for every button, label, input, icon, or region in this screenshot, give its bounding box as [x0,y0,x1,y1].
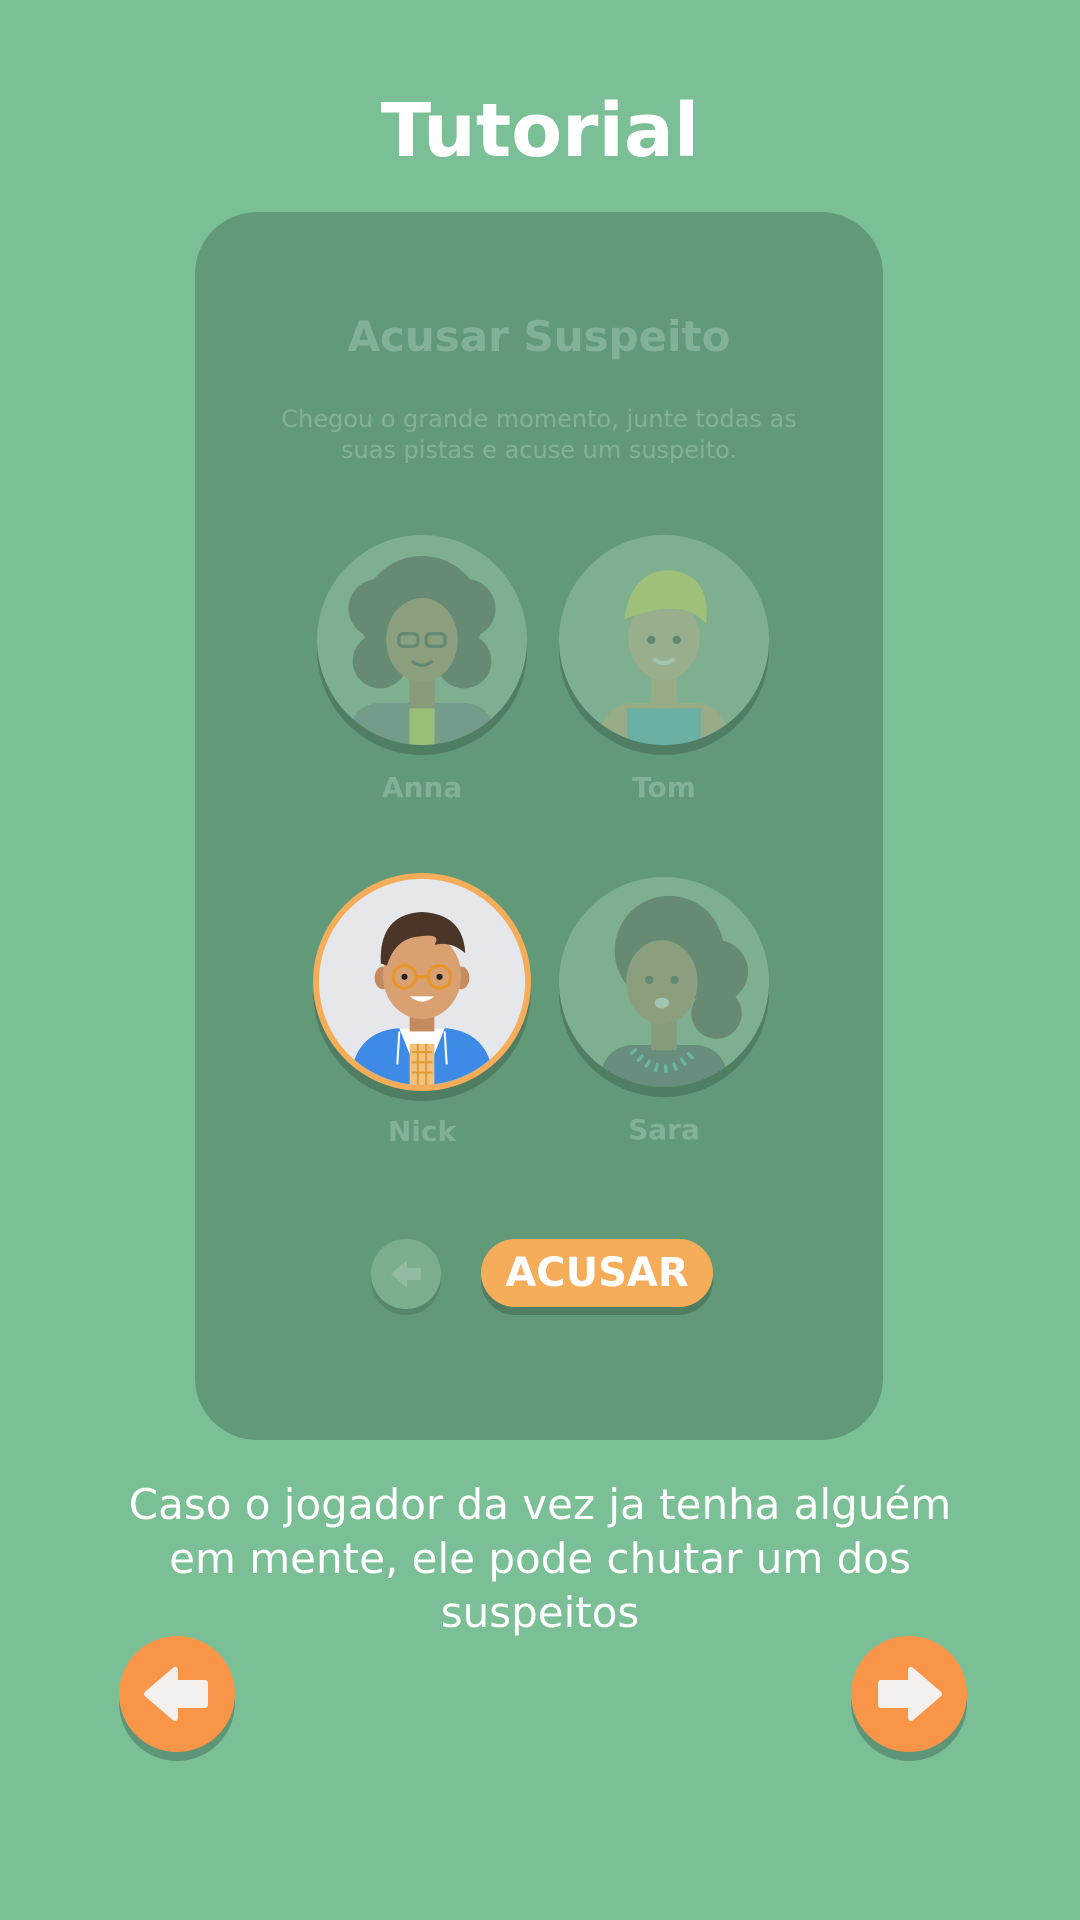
tom-avatar [559,535,769,745]
arrow-left-icon [391,1260,421,1288]
accuse-title: Acusar Suspeito [347,312,731,361]
tutorial-caption: Caso o jogador da vez ja tenha alguém em… [128,1480,952,1637]
sara-avatar [559,877,769,1087]
arrow-right-icon [878,1667,942,1721]
card-back-button[interactable] [371,1239,441,1309]
suspect-name: Sara [628,1113,700,1146]
page-title: Tutorial [380,88,700,174]
next-button[interactable] [851,1636,967,1752]
suspect-anna[interactable]: Anna [317,535,527,804]
suspect-name: Anna [381,771,463,804]
suspect-nick[interactable]: Nick [313,873,531,1148]
nick-avatar [313,873,531,1091]
suspect-name: Tom [632,771,696,804]
arrow-left-icon [144,1667,208,1721]
accuse-button[interactable]: ACUSAR [481,1239,713,1307]
previous-button[interactable] [119,1636,235,1752]
suspect-name: Nick [387,1115,457,1148]
suspect-tom[interactable]: Tom [559,535,769,804]
tutorial-preview-card: Acusar Suspeito Chegou o grande momento,… [195,212,883,1440]
suspect-sara[interactable]: Sara [559,877,769,1146]
anna-avatar [317,535,527,745]
accuse-description: Chegou o grande momento, junte todas as … [281,405,797,464]
